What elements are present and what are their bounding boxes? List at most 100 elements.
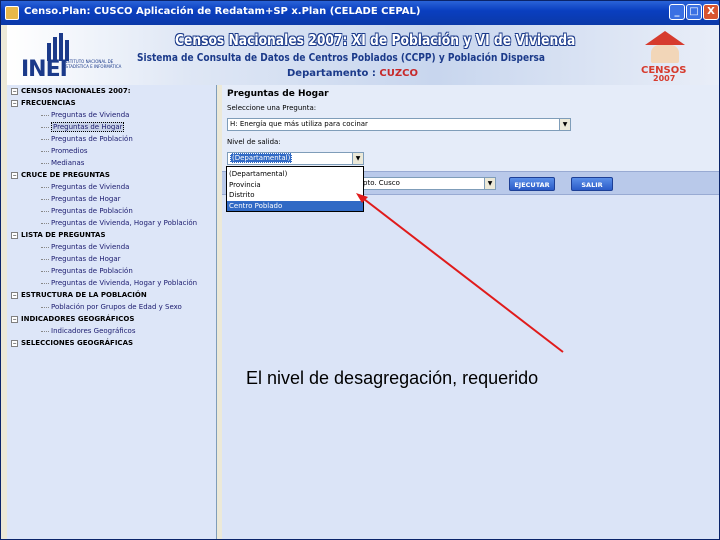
tree-item[interactable]: Preguntas de Vivienda <box>11 183 129 195</box>
title-bar[interactable]: Censo.Plan: CUSCO Aplicación de Redatam+… <box>1 1 719 25</box>
tree-connector <box>41 210 49 212</box>
salir-button[interactable]: SALIR <box>571 177 613 191</box>
tree-item-label: SELECCIONES GEOGRÁFICAS <box>21 339 134 347</box>
tree-item[interactable]: Promedios <box>11 147 88 159</box>
minimize-button[interactable]: _ <box>669 4 685 20</box>
nivel-option[interactable]: Distrito <box>227 190 363 200</box>
form-title: Preguntas de Hogar <box>227 89 329 99</box>
tree-item[interactable]: Preguntas de Población <box>11 135 133 147</box>
main-panel: Preguntas de Hogar Seleccione una Pregun… <box>222 85 719 539</box>
tree-connector <box>41 270 49 272</box>
annotation-caption: El nivel de desagregación, requerido <box>246 368 539 388</box>
tree-section[interactable]: − ESTRUCTURA DE LA POBLACIÓN <box>11 291 147 303</box>
navigation-tree[interactable]: − CENSOS NACIONALES 2007: − FRECUENCIAS Preg… <box>7 85 217 539</box>
tree-item-label: Preguntas de Población <box>51 267 133 275</box>
collapse-icon[interactable]: − <box>11 231 18 239</box>
tree-item-label: Preguntas de Hogar <box>51 195 121 203</box>
close-button[interactable]: X <box>703 4 719 20</box>
tree-section[interactable]: − CENSOS NACIONALES 2007: <box>11 87 131 99</box>
tree-item[interactable]: Medianas <box>11 159 84 171</box>
pregunta-select[interactable]: H: Energía que más utiliza para cocinar … <box>227 118 571 131</box>
censos-2007-logo: CENSOS 2007 <box>639 29 691 83</box>
tree-item[interactable]: Indicadores Geográficos <box>11 327 135 339</box>
tree-item-label: Preguntas de Vivienda, Hogar y Población <box>51 219 198 227</box>
tree-section[interactable]: − SELECCIONES GEOGRÁFICAS <box>11 339 133 351</box>
chevron-down-icon[interactable]: ▼ <box>484 178 495 189</box>
inei-logo-subtext: INSTITUTO NACIONAL DE ESTADÍSTICA E INFO… <box>63 59 122 69</box>
tree-item-label: Preguntas de Vivienda <box>51 183 130 191</box>
tree-item[interactable]: Preguntas de Hogar <box>11 122 125 135</box>
tree-connector <box>41 126 49 128</box>
tree-item-label: FRECUENCIAS <box>21 99 76 107</box>
tree-item[interactable]: Preguntas de Población <box>11 267 133 279</box>
chevron-down-icon[interactable]: ▼ <box>559 119 570 130</box>
tree-item-label: Preguntas de Población <box>51 207 133 215</box>
filtro-value: pto. Cusco <box>363 179 400 187</box>
department-value: CUZCO <box>379 68 418 79</box>
chevron-down-icon[interactable]: ▼ <box>352 153 363 164</box>
tree-connector <box>41 222 49 224</box>
tree-connector <box>41 198 49 200</box>
maximize-button[interactable]: □ <box>686 4 702 20</box>
tree-connector <box>41 162 49 164</box>
department-label: Departamento : <box>287 68 376 79</box>
tree-item[interactable]: Preguntas de Hogar <box>11 195 120 207</box>
nivel-option[interactable]: Centro Poblado <box>227 200 363 211</box>
tree-item-label: Indicadores Geográficos <box>51 327 136 335</box>
pregunta-label: Seleccione una Pregunta: <box>227 104 317 112</box>
collapse-icon[interactable]: − <box>11 315 18 323</box>
censos-logo-line2: 2007 <box>653 74 676 83</box>
tree-connector <box>41 282 49 284</box>
tree-connector <box>41 150 49 152</box>
tree-item-label: Preguntas de Hogar <box>51 255 121 263</box>
tree-item-label: ESTRUCTURA DE LA POBLACIÓN <box>21 291 147 299</box>
collapse-icon[interactable]: − <box>11 291 18 299</box>
tree-section[interactable]: − LISTA DE PREGUNTAS <box>11 231 106 243</box>
ejecutar-button[interactable]: EJECUTAR <box>509 177 555 191</box>
tree-item-label: Preguntas de Población <box>51 135 133 143</box>
tree-section[interactable]: − FRECUENCIAS <box>11 99 76 111</box>
tree-item-label: Población por Grupos de Edad y Sexo <box>51 303 182 311</box>
tree-item[interactable]: Población por Grupos de Edad y Sexo <box>11 303 182 315</box>
department-line: Departamento : CUZCO <box>287 68 418 79</box>
tree-item[interactable]: Preguntas de Población <box>11 207 133 219</box>
family-figures-icon <box>651 45 679 63</box>
tree-item-label: Preguntas de Hogar <box>51 122 125 132</box>
nivel-option[interactable]: (Departamental) <box>227 169 363 179</box>
tree-item-label: Preguntas de Vivienda <box>51 111 130 119</box>
nivel-dropdown-list[interactable]: (Departamental) Provincia Distrito Centro P… <box>226 166 364 212</box>
nivel-value: (Departamental) <box>230 153 293 163</box>
tree-section[interactable]: − CRUCE DE PREGUNTAS <box>11 171 110 183</box>
tree-connector <box>41 330 49 332</box>
collapse-icon[interactable]: − <box>11 171 18 179</box>
tree-connector <box>41 246 49 248</box>
tree-item[interactable]: Preguntas de Vivienda, Hogar y Población <box>11 279 197 291</box>
house-roof-icon <box>645 31 685 45</box>
nivel-label: Nivel de salida: <box>227 138 281 146</box>
tree-connector <box>41 186 49 188</box>
tree-item[interactable]: Preguntas de Vivienda, Hogar y Población <box>11 219 197 231</box>
tree-item-label: CENSOS NACIONALES 2007: <box>21 87 131 95</box>
collapse-icon[interactable]: − <box>11 339 18 347</box>
tree-section[interactable]: − INDICADORES GEOGRÁFICOS <box>11 315 134 327</box>
nivel-select[interactable]: (Departamental) ▼ <box>227 152 364 165</box>
tree-connector <box>41 258 49 260</box>
window-title: Censo.Plan: CUSCO Aplicación de Redatam+… <box>24 6 421 17</box>
tree-item[interactable]: Preguntas de Hogar <box>11 255 120 267</box>
collapse-icon[interactable]: − <box>11 99 18 107</box>
nivel-option[interactable]: Provincia <box>227 180 363 190</box>
tree-connector <box>41 138 49 140</box>
collapse-icon[interactable]: − <box>11 87 18 95</box>
header-banner: INEI INSTITUTO NACIONAL DE ESTADÍSTICA E… <box>7 25 719 85</box>
tree-connector <box>41 114 49 116</box>
query-form: Preguntas de Hogar Seleccione una Pregun… <box>222 85 719 171</box>
tree-item-label: Preguntas de Vivienda, Hogar y Población <box>51 279 198 287</box>
app-icon <box>5 6 19 20</box>
tree-item-label: Medianas <box>51 159 85 167</box>
tree-item[interactable]: Preguntas de Vivienda <box>11 243 129 255</box>
tree-item-label: Preguntas de Vivienda <box>51 243 130 251</box>
tree-item-label: INDICADORES GEOGRÁFICOS <box>21 315 135 323</box>
tree-connector <box>41 306 49 308</box>
banner-title: Censos Nacionales 2007: XI de Población … <box>175 31 576 49</box>
filtro-select[interactable]: pto. Cusco ▼ <box>360 177 496 190</box>
